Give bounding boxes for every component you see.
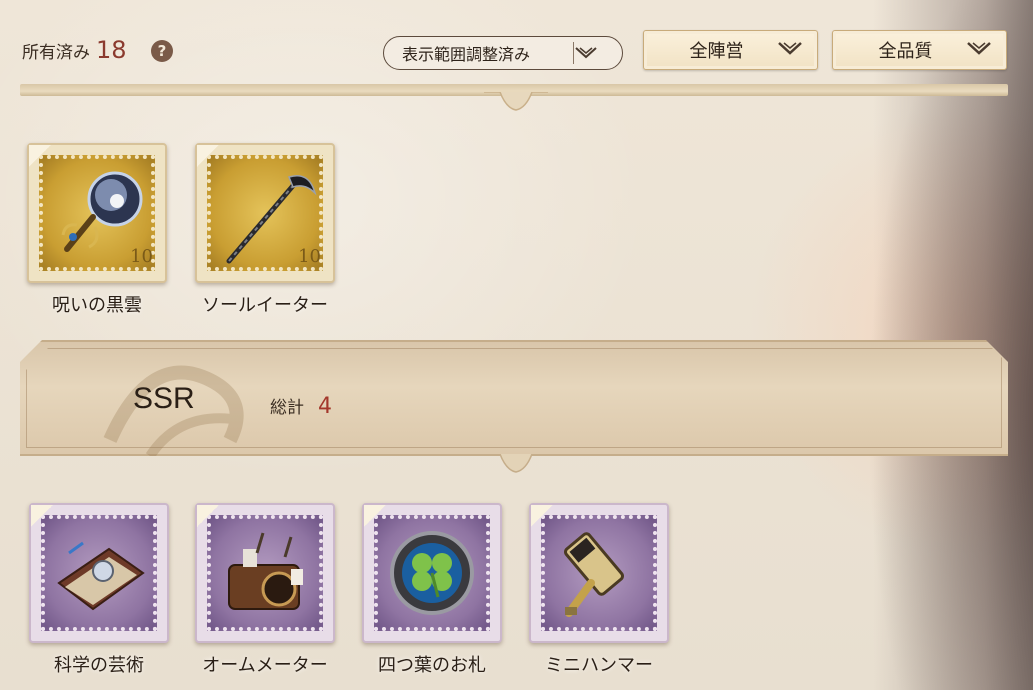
item-card[interactable]: 10 呪いの黒雲 [26, 143, 168, 317]
divider-notch [484, 92, 548, 111]
ssr-total-label: 総計 [270, 398, 304, 418]
item-name: 呪いの黒雲 [52, 295, 142, 316]
ssr-total-count: 4 [318, 394, 332, 419]
item-name: ソールイーター [202, 295, 328, 316]
chevron-down-icon [574, 46, 622, 60]
item-name: ミニハンマー [545, 655, 653, 676]
faction-filter-dropdown[interactable]: 全陣営 [643, 30, 818, 70]
chevron-down-icon [777, 41, 803, 55]
ssr-total: 総計 4 [270, 393, 332, 419]
item-stamp [195, 503, 335, 643]
divider-notch [484, 454, 548, 473]
stamp-value: 10 [130, 246, 153, 267]
item-card[interactable]: オームメーター [194, 503, 336, 677]
mini-hammer-icon [564, 532, 624, 617]
item-stamp: 10 [27, 143, 167, 283]
display-range-label: 表示範囲調整済み [402, 45, 531, 64]
display-range-filter[interactable]: 表示範囲調整済み [383, 36, 623, 70]
owned-label: 所有済み [22, 43, 90, 63]
science-book-icon [57, 541, 145, 611]
item-name: 四つ葉のお札 [378, 655, 486, 676]
item-card[interactable]: ミニハンマー [528, 503, 670, 677]
item-card[interactable]: 10 ソールイーター [194, 143, 336, 317]
item-name: 科学の芸術 [54, 655, 144, 676]
item-stamp [529, 503, 669, 643]
quality-filter-dropdown[interactable]: 全品質 [832, 30, 1007, 70]
item-name: オームメーター [202, 655, 328, 676]
stamp-value: 10 [298, 246, 321, 267]
owned-counter: 所有済み 18 [22, 36, 127, 64]
item-stamp [29, 503, 169, 643]
item-card[interactable]: 科学の芸術 [28, 503, 170, 677]
item-card[interactable]: 四つ葉のお札 [361, 503, 503, 677]
chevron-down-icon [966, 41, 992, 55]
item-stamp: 10 [195, 143, 335, 283]
ohmmeter-icon [228, 532, 303, 610]
help-icon[interactable]: ? [151, 40, 173, 62]
owned-count: 18 [96, 36, 127, 64]
ssr-title: SSR [133, 382, 195, 415]
four-leaf-clover-icon [390, 531, 474, 615]
item-stamp [362, 503, 502, 643]
